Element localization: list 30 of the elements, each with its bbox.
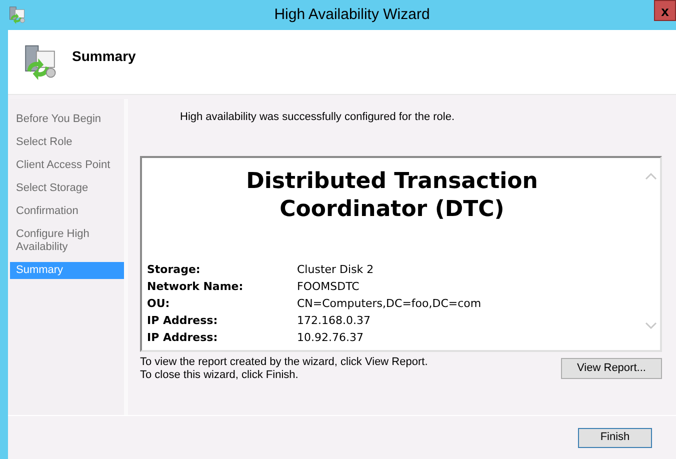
server-wizard-icon [22, 44, 58, 80]
step-item: Client Access Point [15, 158, 112, 173]
field-value: Cluster Disk 2 [297, 262, 374, 278]
app-icon [8, 6, 26, 24]
field-label: IP Address: [147, 312, 219, 328]
page-heading: Summary [72, 47, 136, 66]
close-button[interactable]: x [654, 0, 676, 21]
field-value: FOOMSDTC [297, 278, 360, 294]
step-item: Before You Begin [15, 112, 102, 127]
step-item: Summary [10, 262, 124, 279]
step-item: Select Storage [15, 181, 90, 196]
window-title: High Availability Wizard [273, 4, 431, 25]
step-item: Configure High Availability [15, 227, 90, 255]
hint-text: To close this wizard, click Finish. [140, 368, 300, 382]
step-item: Confirmation [15, 204, 80, 219]
field-label: Network Name: [147, 278, 244, 294]
report-title: Distributed Transaction Coordinator (DTC) [245, 168, 539, 224]
scroll-up-icon[interactable] [645, 172, 657, 180]
status-message: High availability was successfully configured for the role. [180, 110, 456, 125]
step-item: Select Role [15, 135, 74, 150]
field-value: 172.168.0.37 [297, 312, 370, 328]
field-label: IP Address: [147, 330, 219, 346]
scroll-down-icon[interactable] [645, 322, 657, 330]
field-value: 10.92.76.37 [297, 330, 364, 346]
view-report-button[interactable]: View Report... [561, 358, 662, 378]
field-value: CN=Computers,DC=foo,DC=com [297, 296, 482, 312]
field-label: Storage: [147, 262, 202, 278]
field-label: OU: [147, 296, 171, 312]
hint-text: To view the report created by the wizard, click View Report. [140, 356, 428, 368]
finish-button[interactable]: Finish [578, 428, 652, 448]
